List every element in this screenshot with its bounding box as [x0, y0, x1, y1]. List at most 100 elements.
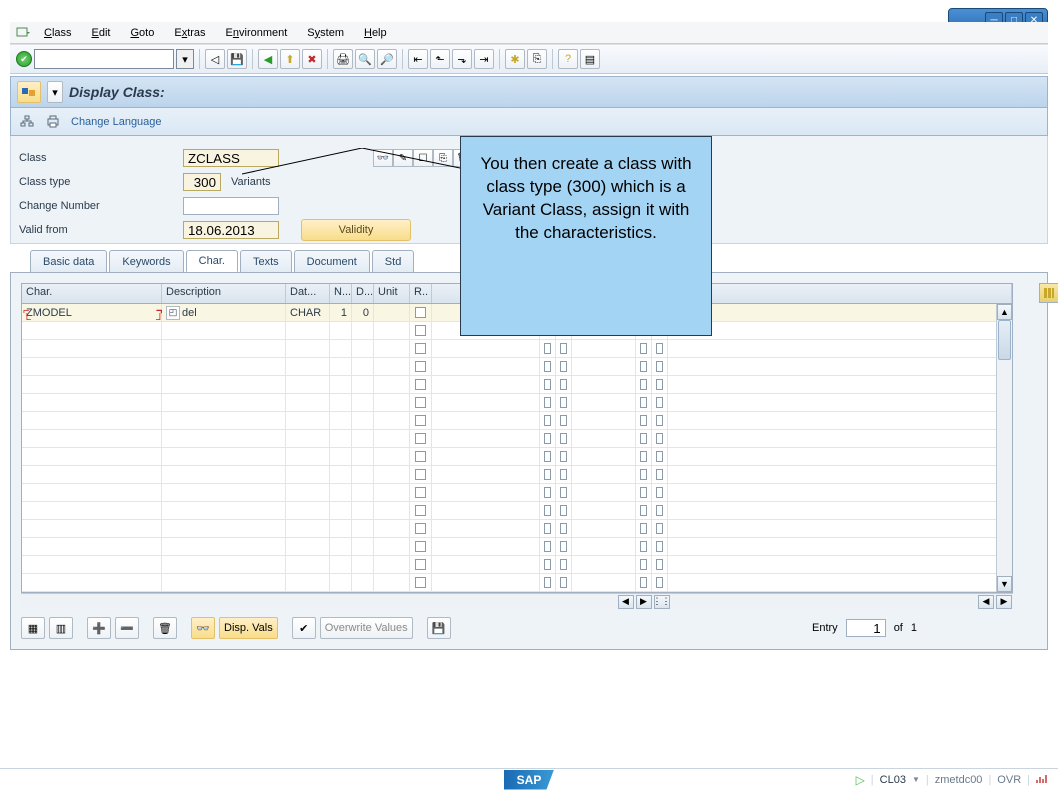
- table-cell[interactable]: [572, 466, 636, 483]
- tab-char[interactable]: Char.: [186, 250, 238, 272]
- horizontal-scrollbar[interactable]: ◀ ▶ ⋮⋮ ◀ ▶: [21, 593, 1013, 609]
- table-cell[interactable]: [572, 502, 636, 519]
- table-cell[interactable]: [572, 412, 636, 429]
- scroll-up-icon[interactable]: ▲: [997, 304, 1012, 320]
- checkbox[interactable]: [640, 379, 647, 390]
- table-cell[interactable]: [22, 466, 162, 483]
- table-cell[interactable]: [668, 304, 1012, 321]
- table-row[interactable]: [22, 556, 1012, 574]
- checkbox[interactable]: [560, 433, 567, 444]
- checkbox[interactable]: [415, 415, 426, 426]
- table-cell[interactable]: [556, 340, 572, 357]
- table-cell[interactable]: [22, 430, 162, 447]
- table-cell[interactable]: [652, 448, 668, 465]
- table-cell[interactable]: [410, 484, 432, 501]
- table-cell[interactable]: 0: [352, 304, 374, 321]
- validity-button[interactable]: Validity: [301, 219, 411, 241]
- tab-std[interactable]: Std: [372, 250, 415, 272]
- table-cell[interactable]: [374, 466, 410, 483]
- table-cell[interactable]: [432, 412, 540, 429]
- checkbox[interactable]: [560, 397, 567, 408]
- checkbox[interactable]: [544, 469, 551, 480]
- table-cell[interactable]: [330, 394, 352, 411]
- table-cell[interactable]: [374, 376, 410, 393]
- table-cell[interactable]: [636, 376, 652, 393]
- table-cell[interactable]: [162, 556, 286, 573]
- menu-help[interactable]: Help: [356, 25, 395, 41]
- table-cell[interactable]: [374, 484, 410, 501]
- table-cell[interactable]: ◰del: [162, 304, 286, 321]
- command-field[interactable]: [34, 49, 174, 69]
- table-cell[interactable]: [432, 574, 540, 591]
- class-input[interactable]: [183, 149, 279, 167]
- table-cell[interactable]: [652, 502, 668, 519]
- checkbox[interactable]: [640, 433, 647, 444]
- checkbox[interactable]: [560, 541, 567, 552]
- table-cell[interactable]: [572, 538, 636, 555]
- table-cell[interactable]: [286, 484, 330, 501]
- table-row[interactable]: [22, 538, 1012, 556]
- table-cell[interactable]: [162, 340, 286, 357]
- checkbox[interactable]: [544, 379, 551, 390]
- table-cell[interactable]: [410, 448, 432, 465]
- table-cell[interactable]: [636, 394, 652, 411]
- table-cell[interactable]: [636, 502, 652, 519]
- checkbox[interactable]: [640, 451, 647, 462]
- table-cell[interactable]: [352, 340, 374, 357]
- table-cell[interactable]: [668, 502, 1012, 519]
- table-cell[interactable]: [352, 502, 374, 519]
- table-cell[interactable]: [330, 556, 352, 573]
- table-cell[interactable]: [668, 412, 1012, 429]
- table-cell[interactable]: [286, 430, 330, 447]
- checkbox[interactable]: [544, 523, 551, 534]
- save-icon[interactable]: 💾: [227, 49, 247, 69]
- table-cell[interactable]: [22, 520, 162, 537]
- checkbox[interactable]: [415, 343, 426, 354]
- table-cell[interactable]: [162, 358, 286, 375]
- checkbox[interactable]: [656, 541, 663, 552]
- cancel-icon[interactable]: ✖: [302, 49, 322, 69]
- table-cell[interactable]: [652, 520, 668, 537]
- col-unit[interactable]: Unit: [374, 284, 410, 303]
- menu-class[interactable]: Class: [36, 25, 80, 41]
- table-cell[interactable]: [410, 538, 432, 555]
- table-row[interactable]: [22, 484, 1012, 502]
- changeno-input[interactable]: [183, 197, 279, 215]
- table-cell[interactable]: ZMODEL: [22, 304, 162, 321]
- table-cell[interactable]: [572, 358, 636, 375]
- checkbox[interactable]: [656, 505, 663, 516]
- checkbox[interactable]: [560, 415, 567, 426]
- table-cell[interactable]: [636, 448, 652, 465]
- deselect-all-button[interactable]: ▥: [49, 617, 73, 639]
- table-cell[interactable]: [162, 484, 286, 501]
- table-cell[interactable]: [652, 430, 668, 447]
- table-cell[interactable]: [352, 358, 374, 375]
- table-cell[interactable]: [540, 412, 556, 429]
- table-cell[interactable]: [162, 322, 286, 339]
- checkbox[interactable]: [544, 487, 551, 498]
- checkbox[interactable]: [656, 487, 663, 498]
- table-cell[interactable]: [330, 538, 352, 555]
- checkbox[interactable]: [415, 541, 426, 552]
- table-cell[interactable]: [22, 556, 162, 573]
- table-cell[interactable]: [668, 520, 1012, 537]
- next-page-icon[interactable]: ⬎: [452, 49, 472, 69]
- checkbox[interactable]: [415, 325, 426, 336]
- table-cell[interactable]: [286, 376, 330, 393]
- menu-edit[interactable]: Edit: [84, 25, 119, 41]
- table-cell[interactable]: [286, 340, 330, 357]
- table-cell[interactable]: [540, 538, 556, 555]
- table-cell[interactable]: [286, 412, 330, 429]
- checkbox[interactable]: [560, 577, 567, 588]
- table-cell[interactable]: [330, 502, 352, 519]
- table-cell[interactable]: [22, 574, 162, 591]
- checkbox[interactable]: [560, 379, 567, 390]
- dropdown-button[interactable]: ▾: [47, 81, 63, 103]
- table-cell[interactable]: [162, 412, 286, 429]
- validfrom-input[interactable]: [183, 221, 279, 239]
- table-cell[interactable]: [374, 556, 410, 573]
- table-cell[interactable]: [330, 376, 352, 393]
- table-cell[interactable]: [556, 448, 572, 465]
- scroll-left-icon[interactable]: ◀: [618, 595, 634, 609]
- table-cell[interactable]: [668, 322, 1012, 339]
